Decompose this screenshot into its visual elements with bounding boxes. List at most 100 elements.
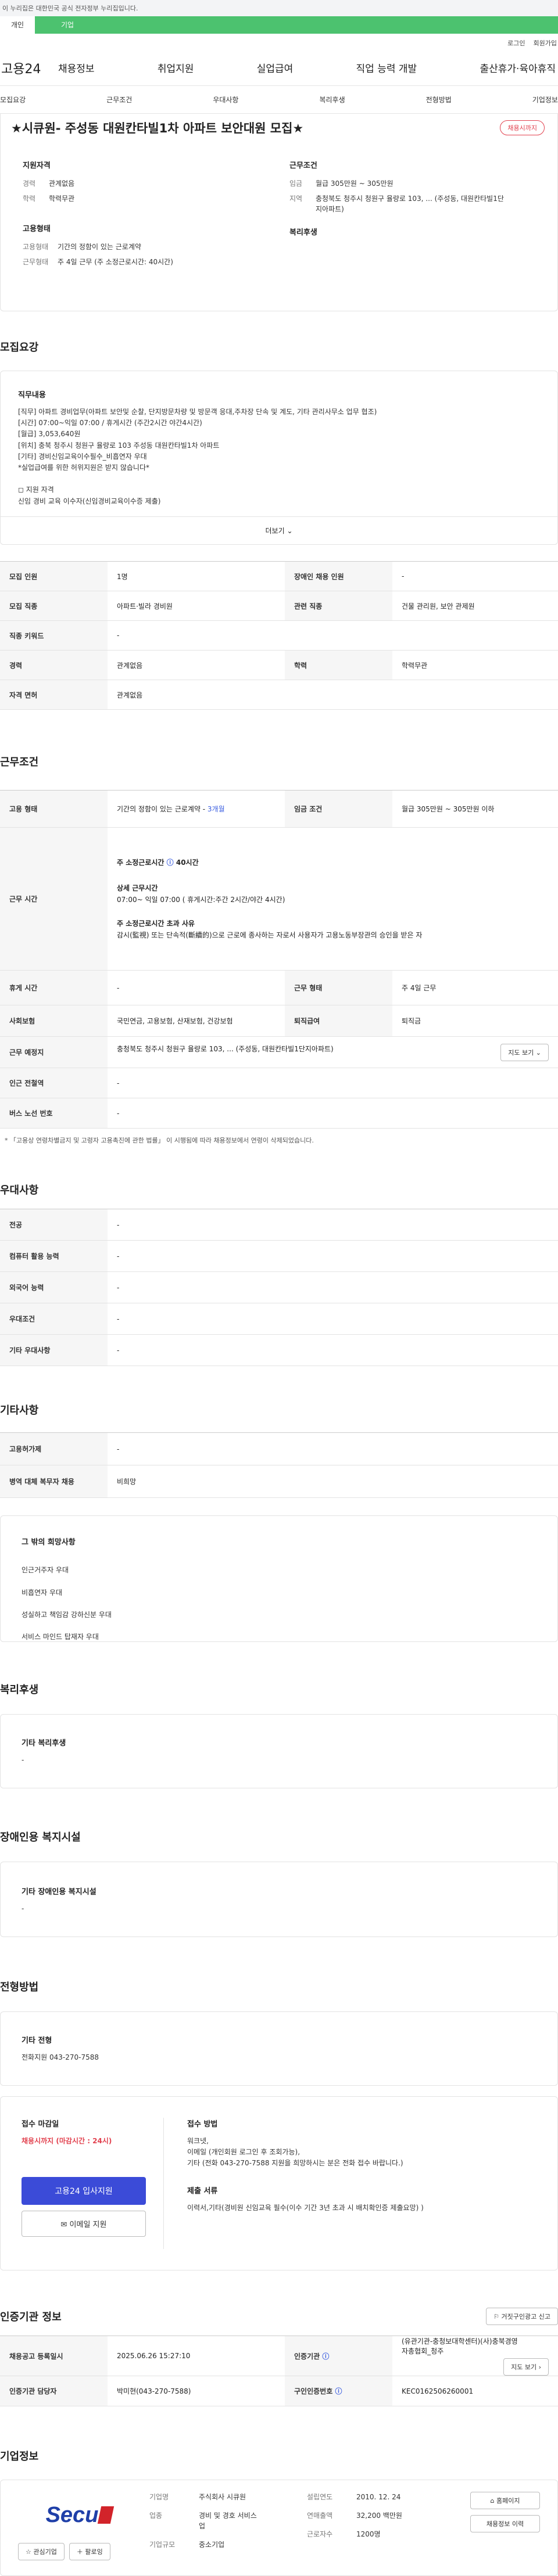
- section-title-etc: 기타사항: [0, 1404, 39, 1417]
- cell-label: 자격 면허: [0, 680, 108, 710]
- employees-value: 1200명: [356, 2530, 381, 2538]
- cell-value: 건물 관리원, 보안 관제원: [392, 591, 558, 621]
- gnb-support[interactable]: 취업지원: [158, 60, 194, 75]
- overtime-title: 주 소정근로시간 초과 사유: [117, 919, 195, 928]
- cell-label: 근무 형태: [285, 970, 392, 1005]
- gnb-leave[interactable]: 출산휴가·육아휴직: [480, 60, 556, 75]
- cell-value: -: [108, 1068, 558, 1098]
- chevron-down-icon: ⌄: [287, 527, 293, 535]
- label: 근무형태: [23, 258, 49, 266]
- table-row: 자격 면허 관계없음: [0, 680, 558, 710]
- table-row: 고용 형태 기간의 정함이 있는 근로계약 - 3개월 임금 조건 월급 305…: [0, 790, 558, 828]
- label: 업종: [149, 2512, 163, 2520]
- label: 구인인증번호: [294, 2387, 333, 2395]
- email-apply-button[interactable]: ✉ 이메일 지원: [22, 2211, 146, 2237]
- logo-mark-icon: [98, 2506, 115, 2524]
- info-icon[interactable]: ⓘ: [167, 858, 174, 867]
- label: 지도 보기: [508, 1048, 534, 1057]
- method-title: 접수 방법: [187, 2120, 218, 2129]
- signup-link[interactable]: 회원가입: [534, 38, 557, 50]
- duty-box: 직무내용 [직무] 아파트 경비업무(아파트 보안및 순찰, 단지방문차량 및 …: [0, 371, 558, 545]
- tab-conditions[interactable]: 근무조건: [106, 95, 132, 105]
- table-row: 인근 전철역 -: [0, 1068, 558, 1098]
- cell-label: 기타 우대사항: [0, 1334, 108, 1366]
- list-item: 서비스 마인드 탑재자 우대: [22, 1633, 99, 1641]
- follow-button[interactable]: ＋ 팔로잉: [69, 2543, 110, 2560]
- other-process-title: 기타 전형: [22, 2036, 52, 2045]
- work-place-value: 충청북도 청주시 청원구 율량로 103, ... (주성동, 대원칸타빌1단지…: [117, 1044, 334, 1053]
- table-row: 근무 시간 주 소정근로시간 ⓘ 40시간 상세 근무시간 07:00~ 익일 …: [0, 827, 558, 971]
- label: 임금: [289, 179, 303, 188]
- work-type-value: 주 4일 근무 (주 소정근로시간: 40시간): [58, 258, 173, 266]
- agency-map-button[interactable]: 지도 보기 ›: [503, 2358, 549, 2376]
- label: 홈페이지: [496, 2497, 520, 2505]
- label: 팔로잉: [85, 2548, 103, 2556]
- login-link[interactable]: 로그인: [507, 38, 525, 50]
- info-icon[interactable]: ⓘ: [335, 2387, 342, 2395]
- table-row: 우대조건 -: [0, 1303, 558, 1335]
- other-process-box: 기타 전형 전화지원 043-270-7588: [0, 2011, 558, 2086]
- homepage-button[interactable]: ⌂ 홈페이지: [470, 2492, 540, 2509]
- cell-label: 퇴직급여: [285, 1005, 392, 1037]
- tab-preference[interactable]: 우대사항: [213, 95, 238, 105]
- tab-recruit[interactable]: 모집요강: [0, 95, 26, 105]
- table-row: 컴퓨터 활용 능력 -: [0, 1240, 558, 1272]
- cell-value: 1명: [108, 561, 285, 591]
- more-button[interactable]: 더보기 ⌄: [1, 516, 557, 544]
- cell-label: 버스 노선 번호: [0, 1098, 108, 1129]
- list-item: 인근거주자 우대: [22, 1566, 69, 1575]
- global-nav: 고용24 채용정보 취업지원 실업급여 직업 능력 개발 출산휴가·육아휴직: [0, 50, 558, 86]
- education-value: 학력무관: [49, 195, 75, 203]
- table-row: 직종 키워드 -: [0, 620, 558, 651]
- gnb-benefit[interactable]: 실업급여: [257, 60, 294, 75]
- table-row: 근무 예정지 충청북도 청주시 청원구 율량로 103, ... (주성동, 대…: [0, 1036, 558, 1068]
- gnb-jobs[interactable]: 채용정보: [58, 60, 95, 75]
- map-button[interactable]: 지도 보기 ⌄: [500, 1043, 549, 1061]
- apply-button[interactable]: 고용24 입사지원: [22, 2177, 146, 2205]
- wage-value: 월급 305만원 ~ 305만원: [316, 179, 394, 188]
- industry-value: 경비 및 경호 서비스업: [199, 2512, 257, 2530]
- report-button[interactable]: ⚐ 거짓구인광고 신고: [486, 2308, 558, 2325]
- mail-icon: ✉: [60, 2221, 67, 2229]
- label: 연매출액: [307, 2512, 333, 2520]
- site-logo[interactable]: 고용24: [0, 59, 58, 77]
- label: 거짓구인광고 신고: [501, 2313, 550, 2320]
- tab-process[interactable]: 전형방법: [426, 95, 452, 105]
- label: 기업명: [149, 2493, 169, 2501]
- more-label: 더보기: [265, 527, 285, 535]
- cell-value: -: [108, 1240, 558, 1272]
- cell-label: 학력: [285, 650, 392, 680]
- info-icon[interactable]: ⓘ: [322, 2352, 329, 2361]
- table-row: 기타 우대사항 -: [0, 1334, 558, 1366]
- home-icon: ⌂: [490, 2497, 495, 2505]
- cell-value: 아파트·빌라 경비원: [108, 591, 285, 621]
- cell-label: 임금 조건: [285, 790, 392, 828]
- chevron-right-icon: ›: [538, 2363, 541, 2371]
- age-note: * 「고용상 연령차별금지 및 고령자 고용촉진에 관한 법률」 이 시행됨에 …: [5, 1137, 314, 1144]
- career-value: 관계없음: [49, 179, 75, 188]
- etc-table: 고용허가제 - 병역 대체 복무자 채용 비희망: [0, 1432, 558, 1498]
- cell-value: 2025.06.26 15:27:10: [108, 2336, 285, 2376]
- cell-label: 근무 시간: [0, 827, 108, 971]
- cell-value: -: [108, 1209, 558, 1241]
- deadline-title: 접수 마감일: [22, 2120, 59, 2129]
- cell-value: -: [108, 1432, 558, 1465]
- cell-value: 관계없음: [108, 680, 558, 710]
- star-icon: ☆: [26, 2548, 31, 2556]
- gnb-training[interactable]: 직업 능력 개발: [356, 60, 417, 75]
- wish-box: 그 밖의 희망사항 인근거주자 우대 비흡연자 우대 성실하고 책임감 강하신분…: [0, 1515, 558, 1642]
- cell-value: (유관기관-충청보대학센터)(사)충북경영자총협회_청주 지도 보기 ›: [392, 2336, 558, 2376]
- company-size-value: 중소기업: [199, 2541, 225, 2549]
- cell-label: 직종 키워드: [0, 620, 108, 651]
- job-history-button[interactable]: 채용정보 이력: [470, 2515, 540, 2532]
- welfare-sub: 기타 복리후생: [22, 1739, 66, 1748]
- tab-welfare[interactable]: 복리후생: [319, 95, 345, 105]
- tab-company[interactable]: 기업: [35, 16, 558, 34]
- favorite-company-button[interactable]: ☆ 관심기업: [18, 2543, 65, 2560]
- table-row: 경력 관계없음 학력 학력무관: [0, 650, 558, 680]
- cell-value: 주 4일 근무: [392, 970, 558, 1005]
- weekly-hours-value: 40시간: [176, 858, 199, 867]
- tab-company-info[interactable]: 기업정보: [532, 95, 558, 105]
- tab-personal[interactable]: 개인: [0, 16, 35, 34]
- cell-label: 외국어 능력: [0, 1271, 108, 1303]
